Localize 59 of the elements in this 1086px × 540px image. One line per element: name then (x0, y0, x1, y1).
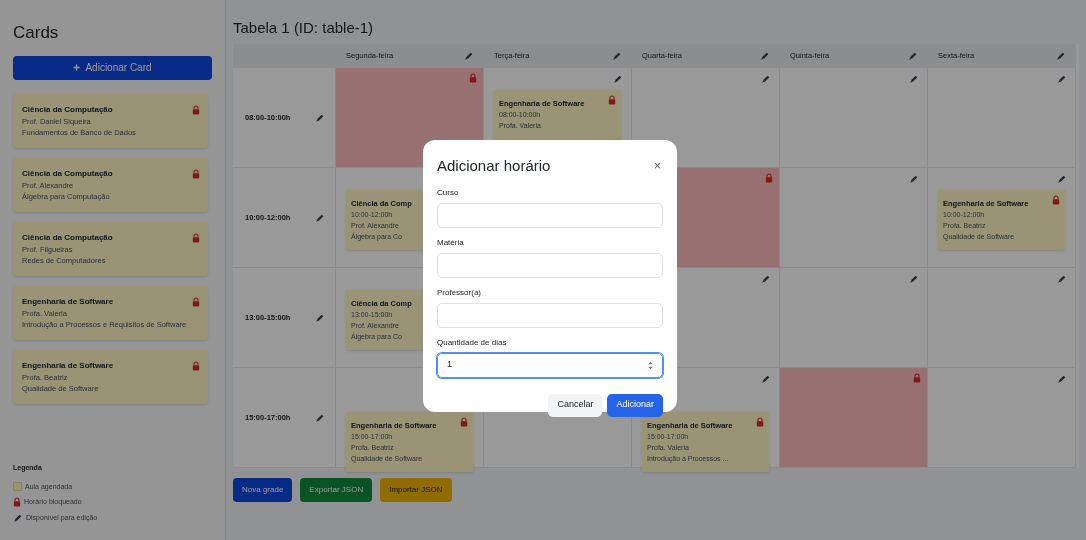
blocked-cell[interactable] (780, 368, 928, 468)
pencil-icon[interactable] (1057, 174, 1067, 184)
action-button[interactable]: Exportar JSON (300, 478, 373, 502)
close-button[interactable]: × (654, 157, 661, 176)
card-course: Engenharia de Software (22, 295, 114, 308)
pencil-icon[interactable] (1057, 374, 1067, 384)
lock-icon (460, 417, 468, 427)
pencil-icon[interactable] (761, 74, 771, 84)
pencil-icon[interactable] (761, 374, 771, 384)
cancel-button[interactable]: Cancelar (548, 393, 603, 417)
lock-icon (13, 497, 21, 508)
action-button[interactable]: Nova grade (233, 478, 293, 502)
lock-icon (192, 232, 200, 243)
pencil-icon[interactable] (909, 174, 919, 184)
scheduled-swatch (13, 482, 22, 492)
input-field[interactable] (437, 202, 663, 228)
pencil-icon[interactable] (761, 274, 771, 284)
lock-icon (756, 417, 764, 427)
add-card-button[interactable]: Adicionar Card (13, 55, 212, 80)
input-field[interactable] (437, 252, 663, 278)
lock-icon (192, 360, 200, 371)
sidebar-title: Cards (13, 22, 60, 44)
pencil-icon[interactable] (315, 412, 325, 423)
dialog-title: Adicionar horário (437, 156, 551, 176)
lock-icon (469, 73, 477, 83)
pencil-icon[interactable] (909, 74, 919, 84)
pencil-icon[interactable] (315, 112, 325, 123)
field-label: Matéria (437, 236, 465, 249)
action-button[interactable]: Importar JSON (380, 478, 452, 502)
lock-icon (1052, 195, 1060, 205)
lock-icon (192, 104, 200, 115)
add-button[interactable]: Adicionar (607, 393, 663, 417)
number-field[interactable]: 1 (437, 352, 663, 378)
card-course: Engenharia de Software (22, 359, 114, 372)
pencil-icon[interactable] (909, 274, 919, 284)
input-field[interactable] (437, 302, 663, 328)
pencil-icon[interactable] (760, 51, 770, 61)
pencil-icon[interactable] (908, 51, 918, 61)
table-title: Tabela 1 (ID: table-1) (233, 18, 375, 38)
pencil-icon[interactable] (464, 51, 474, 61)
spinner-icon[interactable] (648, 360, 653, 370)
pencil-icon[interactable] (315, 212, 325, 223)
pencil-icon (13, 512, 23, 523)
lock-icon (192, 296, 200, 307)
pencil-icon[interactable] (612, 51, 622, 61)
lock-icon (765, 173, 773, 183)
pencil-icon[interactable] (613, 74, 623, 84)
lock-icon (608, 95, 616, 105)
pencil-icon[interactable] (1056, 51, 1066, 61)
card-course: Ciência da Computação (22, 231, 113, 244)
card-course: Ciência da Computação (22, 167, 113, 180)
lock-icon (192, 168, 200, 179)
pencil-icon[interactable] (315, 312, 325, 323)
pencil-icon[interactable] (1057, 274, 1067, 284)
plus-icon (73, 64, 81, 71)
lock-icon (913, 373, 921, 383)
pencil-icon[interactable] (1057, 74, 1067, 84)
card-course: Ciência da Computação (22, 103, 113, 116)
table-cell[interactable] (484, 414, 632, 468)
